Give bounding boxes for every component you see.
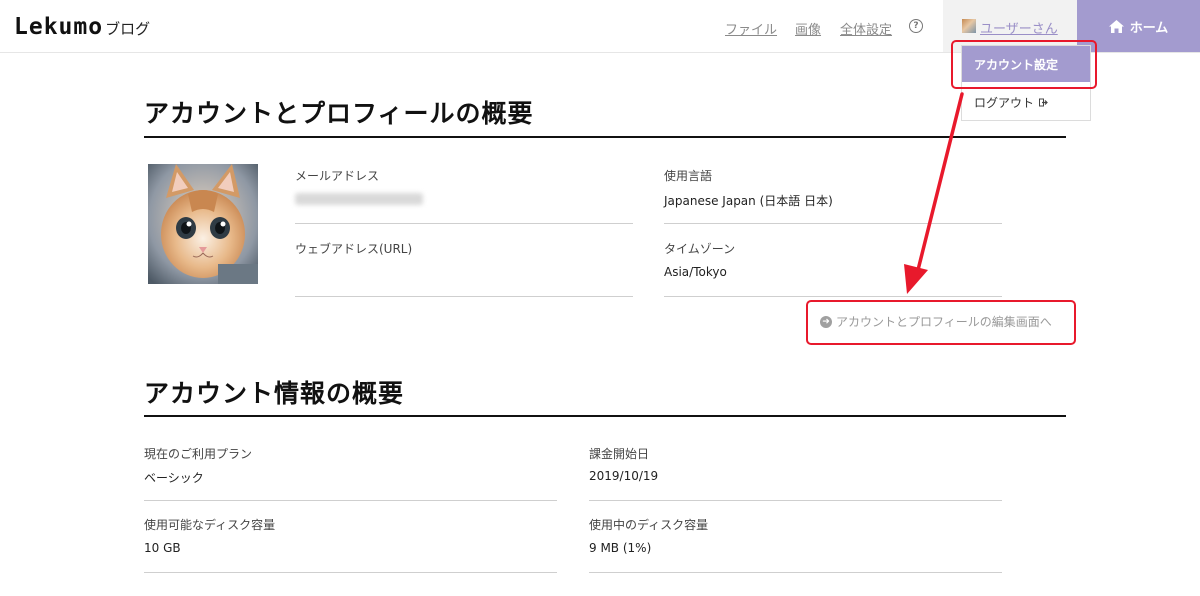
annotation-arrow	[904, 92, 964, 294]
billing-start-label: 課金開始日	[589, 447, 650, 461]
disk-used-label: 使用中のディスク容量	[589, 518, 709, 532]
disk-available-divider	[144, 572, 557, 573]
account-section-divider	[144, 415, 1066, 417]
billing-start-divider	[589, 500, 1002, 501]
plan-value: ベーシック	[144, 471, 204, 485]
disk-available-value: 10 GB	[144, 541, 181, 555]
disk-used-divider	[589, 572, 1002, 573]
disk-used-value: 9 MB (1%)	[589, 541, 652, 555]
plan-divider	[144, 500, 557, 501]
account-section-title: アカウント情報の概要	[144, 379, 405, 408]
plan-label: 現在のご利用プラン	[144, 447, 253, 461]
disk-available-label: 使用可能なディスク容量	[144, 518, 276, 532]
billing-start-value: 2019/10/19	[589, 469, 659, 483]
